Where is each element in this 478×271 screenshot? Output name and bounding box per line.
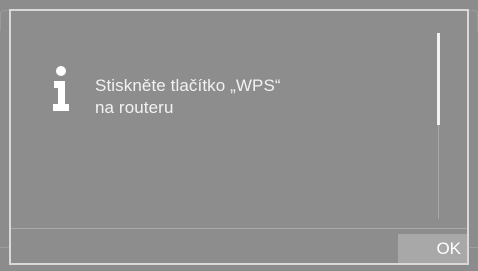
ok-button[interactable]: OK [398,234,467,263]
message-line-1: Stiskněte tlačítko „WPS“ [95,76,281,95]
dialog-message: Stiskněte tlačítko „WPS“ na routeru [95,75,281,119]
device-screen: Stiskněte tlačítko „WPS“ na routeru OK [0,0,478,271]
message-line-2: na routeru [95,98,174,117]
footer-divider [11,228,467,229]
background-divider-right [469,247,478,248]
scrollbar-thumb[interactable] [437,33,440,125]
info-dialog: Stiskněte tlačítko „WPS“ na routeru OK [9,9,469,265]
background-divider-left [0,247,9,248]
background-frame-right [468,10,478,31]
info-icon [53,66,69,111]
